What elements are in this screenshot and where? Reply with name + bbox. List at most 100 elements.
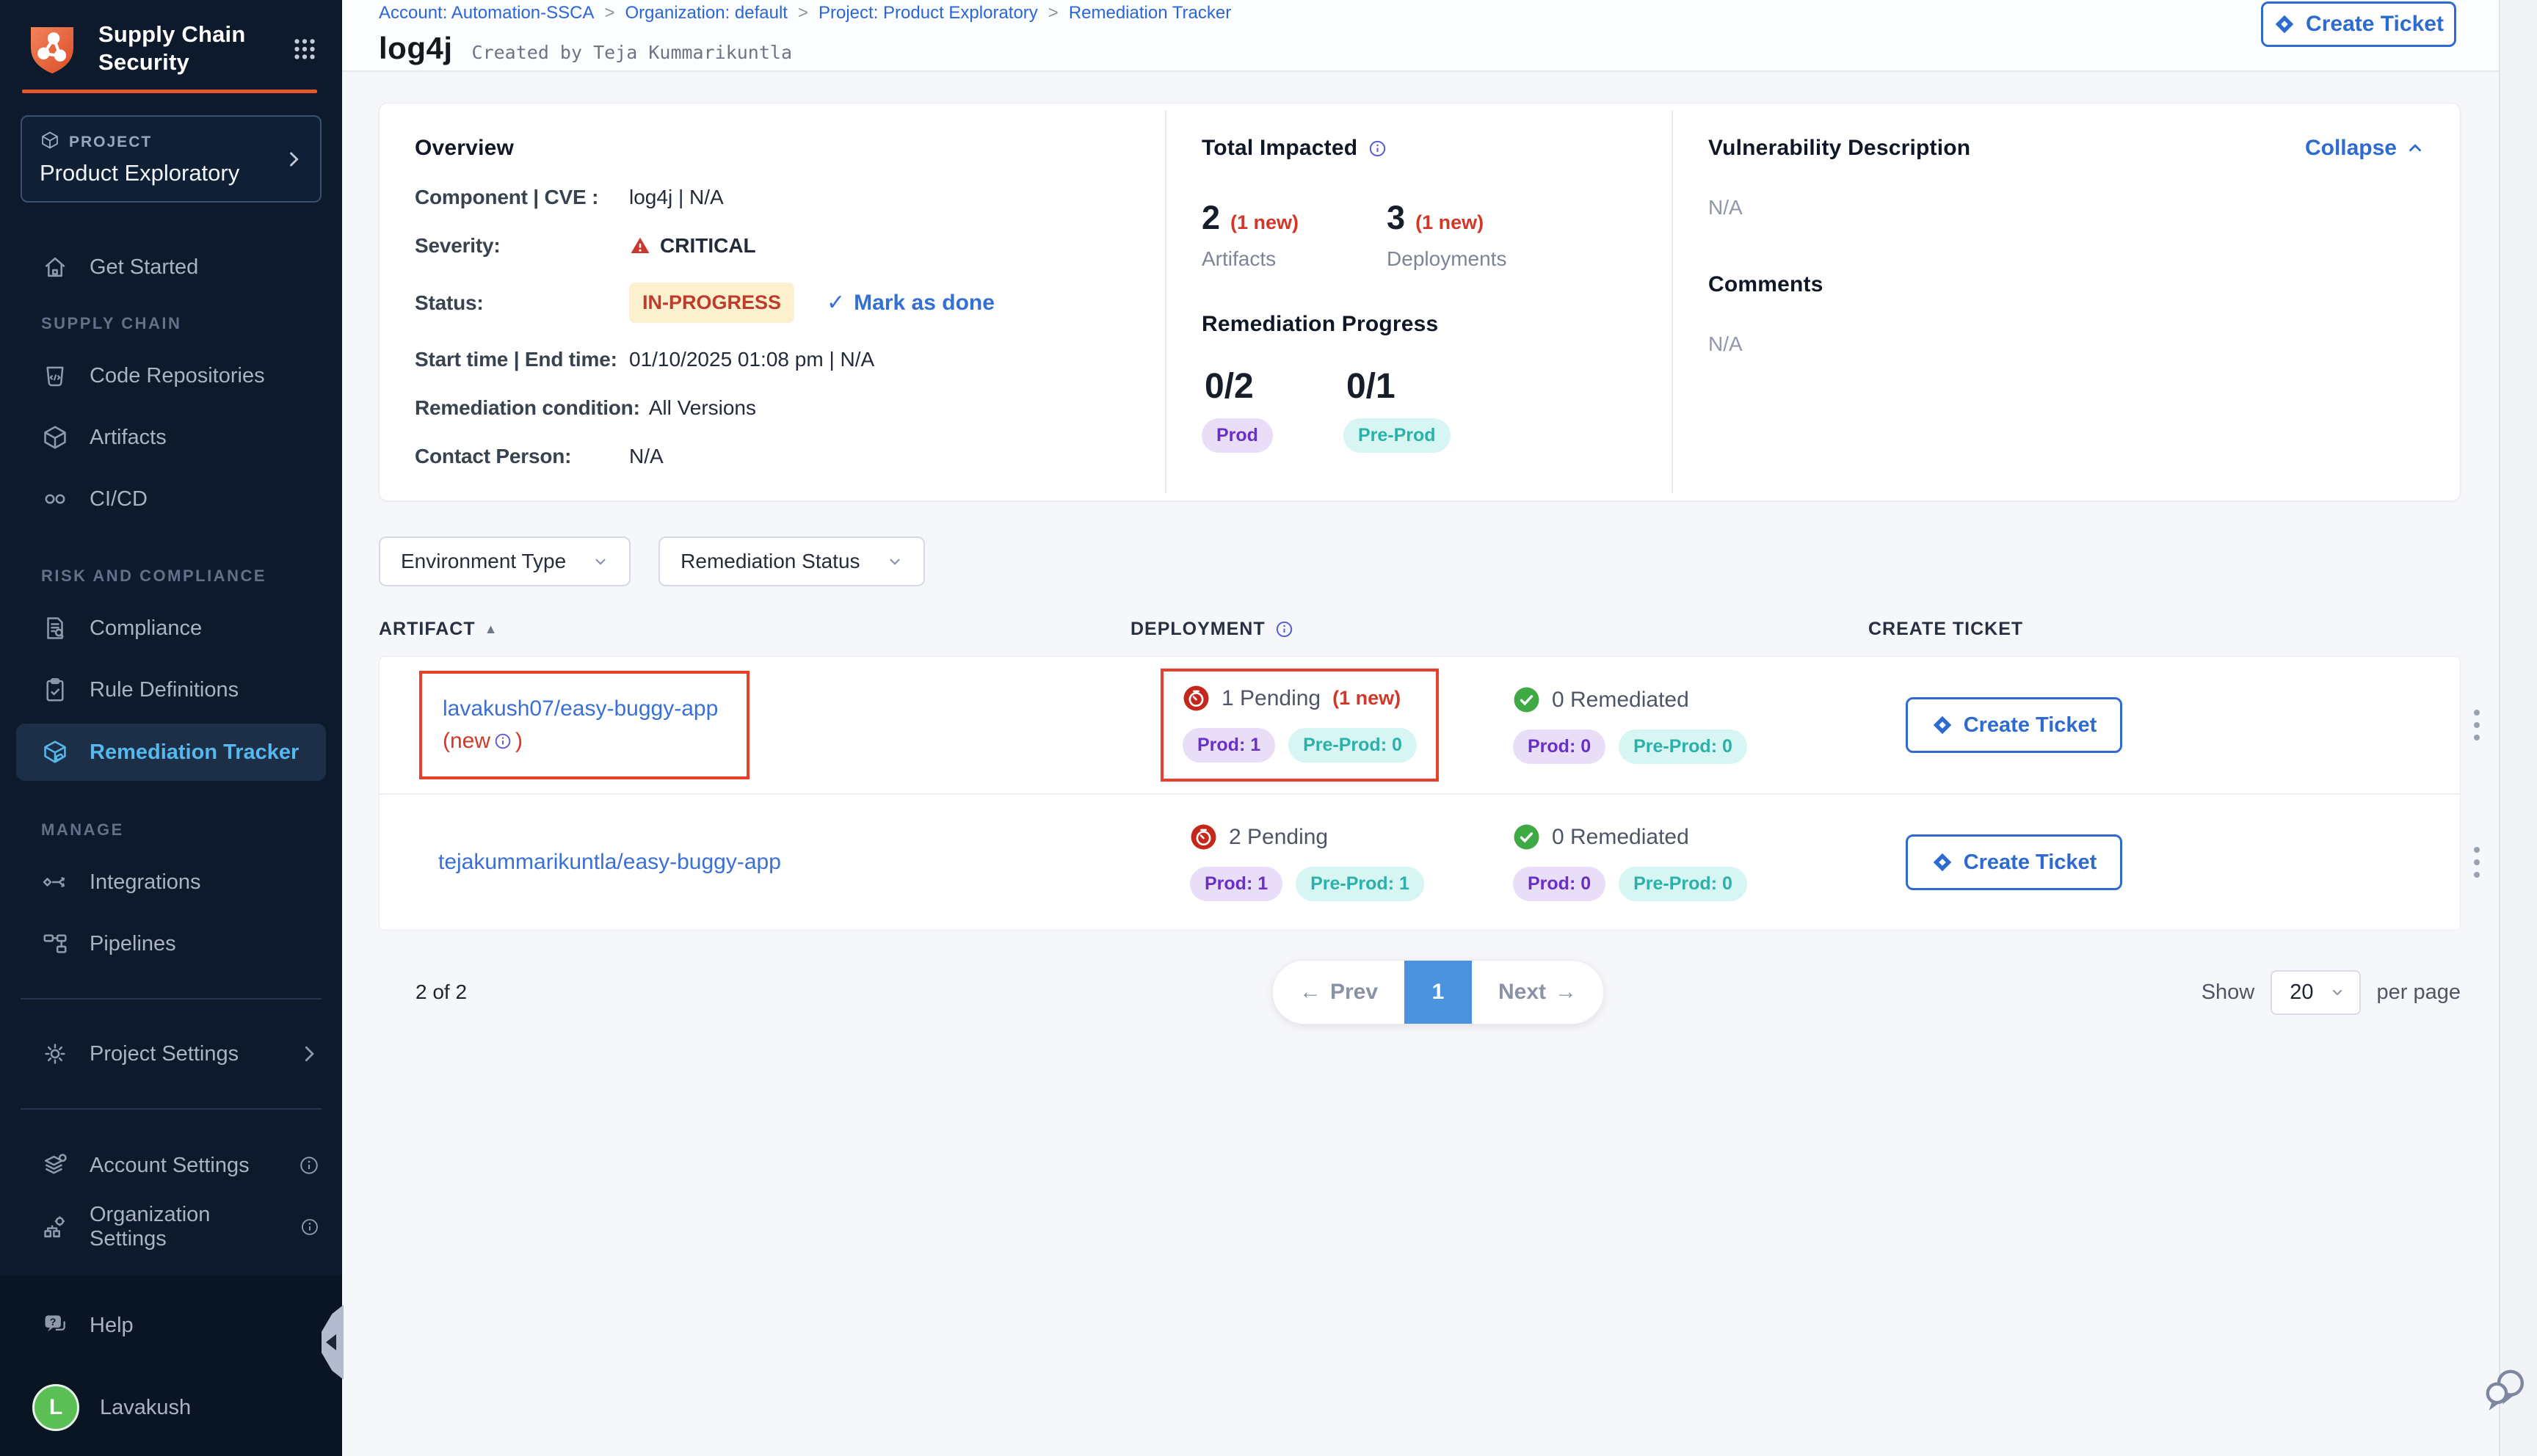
sidebar-item-label: CI/CD <box>90 487 148 512</box>
module-grid-icon[interactable] <box>289 33 320 64</box>
preprod-badge: Pre-Prod: 0 <box>1619 729 1747 764</box>
sidebar-item-label: Organization Settings <box>90 1203 279 1251</box>
overview-heading: Overview <box>415 136 1130 161</box>
supply-chain-security-logo-icon <box>22 18 82 79</box>
remediation-condition-value: All Versions <box>649 396 756 420</box>
remediation-condition-label: Remediation condition: <box>415 396 640 420</box>
breadcrumb-link-remediation-tracker[interactable]: Remediation Tracker <box>1069 3 1231 23</box>
breadcrumb-link-organization[interactable]: Organization: default <box>625 3 788 23</box>
page-body: Overview Component | CVE :log4j | N/A Se… <box>342 72 2499 1024</box>
sidebar-item-integrations[interactable]: Integrations <box>0 854 342 910</box>
breadcrumb-link-account[interactable]: Account: Automation-SSCA <box>379 3 594 23</box>
create-ticket-button[interactable]: Create Ticket <box>1906 834 2122 890</box>
page-number-button[interactable]: 1 <box>1404 961 1472 1024</box>
sidebar-item-label: Pipelines <box>90 932 176 956</box>
artifact-link[interactable]: tejakummarikuntla/easy-buggy-app <box>438 846 1168 878</box>
overview-panel: Overview Component | CVE :log4j | N/A Se… <box>379 103 2461 501</box>
sidebar-item-rule-definitions[interactable]: Rule Definitions <box>0 662 342 718</box>
breadcrumb-link-project[interactable]: Project: Product Exploratory <box>819 3 1038 23</box>
deployment-cell: 1 Pending(1 new) Prod: 1Pre-Prod: 0 <box>1168 669 1513 782</box>
next-page-button[interactable]: Next→ <box>1472 961 1603 1024</box>
support-chat-icon[interactable] <box>2481 1365 2530 1413</box>
remediated-count: 0 Remediated <box>1552 825 1689 850</box>
sidebar-item-pipelines[interactable]: Pipelines <box>0 916 342 972</box>
sidebar-item-remediation-tracker[interactable]: Remediation Tracker <box>16 724 326 781</box>
remediation-status-filter[interactable]: Remediation Status <box>658 536 924 586</box>
artifact-box-icon <box>41 423 69 451</box>
prod-badge: Prod: 1 <box>1183 728 1275 762</box>
help-chat-icon: ? <box>41 1311 69 1339</box>
breadcrumb-separator: > <box>604 3 614 23</box>
environment-type-filter[interactable]: Environment Type <box>379 536 631 586</box>
impacted-artifacts-stat: 2(1 new) Artifacts <box>1202 199 1299 271</box>
sidebar-item-get-started[interactable]: Get Started <box>0 239 342 295</box>
sidebar-item-project-settings[interactable]: Project Settings <box>0 1026 342 1082</box>
info-icon[interactable] <box>493 732 512 751</box>
prod-badge: Prod: 0 <box>1513 867 1605 901</box>
prod-badge: Prod <box>1202 418 1273 453</box>
prev-page-button[interactable]: ←Prev <box>1273 961 1404 1024</box>
remediation-tracker-cube-icon <box>41 738 69 766</box>
contact-person-label: Contact Person: <box>415 445 629 468</box>
pipelines-icon <box>41 930 69 958</box>
sidebar-item-code-repositories[interactable]: Code Repositories <box>0 348 342 404</box>
info-icon[interactable] <box>1274 619 1294 639</box>
organization-settings-icon <box>41 1213 69 1241</box>
status-badge: IN-PROGRESS <box>629 283 794 323</box>
sidebar-section-manage: MANAGE <box>0 818 342 842</box>
preprod-progress-value: 0/1 <box>1346 366 1451 407</box>
app-title-line1: Supply Chain <box>98 21 289 48</box>
artifact-cell: lavakush07/easy-buggy-app (new) <box>416 671 1168 779</box>
pending-count: 2 Pending <box>1229 825 1328 850</box>
vulnerability-description-heading: Vulnerability Description <box>1708 136 1970 161</box>
impact-column: Total Impacted 2(1 new) Artifacts 3(1 ne… <box>1165 111 1672 493</box>
sidebar-item-organization-settings[interactable]: Organization Settings <box>0 1199 342 1255</box>
impacted-deployments-stat: 3(1 new) Deployments <box>1387 199 1506 271</box>
sidebar-item-help[interactable]: ? Help <box>0 1297 342 1353</box>
page-header: Account: Automation-SSCA > Organization:… <box>342 0 2499 72</box>
prod-progress-value: 0/2 <box>1205 366 1273 407</box>
user-menu[interactable]: L Lavakush <box>0 1380 342 1435</box>
compliance-document-icon <box>41 614 69 642</box>
collapse-button[interactable]: Collapse <box>2305 136 2425 161</box>
scrollbar-track[interactable] <box>2499 0 2537 1456</box>
page-size-select[interactable]: 20 <box>2271 970 2360 1015</box>
pagination-pill: ←Prev 1 Next→ <box>1272 960 1604 1024</box>
sidebar-item-label: Remediation Tracker <box>90 740 299 765</box>
sidebar-divider <box>21 998 322 1000</box>
create-ticket-button[interactable]: Create Ticket <box>1906 697 2122 753</box>
time-label: Start time | End time: <box>415 348 629 371</box>
mark-as-done-button[interactable]: ✓Mark as done <box>827 290 995 316</box>
project-selector[interactable]: PROJECT Product Exploratory <box>21 115 322 203</box>
project-cube-icon <box>40 130 60 154</box>
sidebar-header: Supply Chain Security <box>0 0 342 96</box>
column-header-create-ticket: CREATE TICKET <box>1868 619 2382 640</box>
left-arrow-icon: ← <box>1299 980 1321 1005</box>
remediated-check-icon <box>1513 823 1540 851</box>
collapse-arrow-icon <box>326 1334 336 1350</box>
create-ticket-button[interactable]: Create Ticket <box>2261 1 2456 47</box>
row-menu-kebab-icon[interactable] <box>2467 840 2487 885</box>
row-menu-kebab-icon[interactable] <box>2467 702 2487 748</box>
column-header-artifact[interactable]: ARTIFACT▲ <box>379 619 1130 640</box>
sidebar-item-account-settings[interactable]: Account Settings <box>0 1138 342 1193</box>
integrations-icon <box>41 868 69 896</box>
pending-icon <box>1190 823 1217 851</box>
sidebar-item-artifacts[interactable]: Artifacts <box>0 410 342 465</box>
artifact-link[interactable]: lavakush07/easy-buggy-app (new) <box>443 693 726 757</box>
pending-icon <box>1183 685 1210 712</box>
breadcrumb-separator: > <box>1048 3 1059 23</box>
remediated-cell: 0 Remediated Prod: 0Pre-Prod: 0 <box>1513 823 1906 901</box>
deployments-stat-label: Deployments <box>1387 247 1506 271</box>
remediated-count: 0 Remediated <box>1552 688 1689 713</box>
overview-column: Overview Component | CVE :log4j | N/A Se… <box>380 103 1165 500</box>
sidebar-item-cicd[interactable]: CI/CD <box>0 471 342 527</box>
sidebar-item-compliance[interactable]: Compliance <box>0 600 342 656</box>
comments-value: N/A <box>1708 332 2425 356</box>
contact-person-value: N/A <box>629 445 1130 468</box>
page-size-control: Show 20 per page <box>2202 970 2461 1015</box>
preprod-badge: Pre-Prod: 1 <box>1296 867 1424 901</box>
sort-asc-icon: ▲ <box>484 622 498 637</box>
info-icon[interactable] <box>1368 139 1387 159</box>
info-icon <box>298 1154 320 1176</box>
